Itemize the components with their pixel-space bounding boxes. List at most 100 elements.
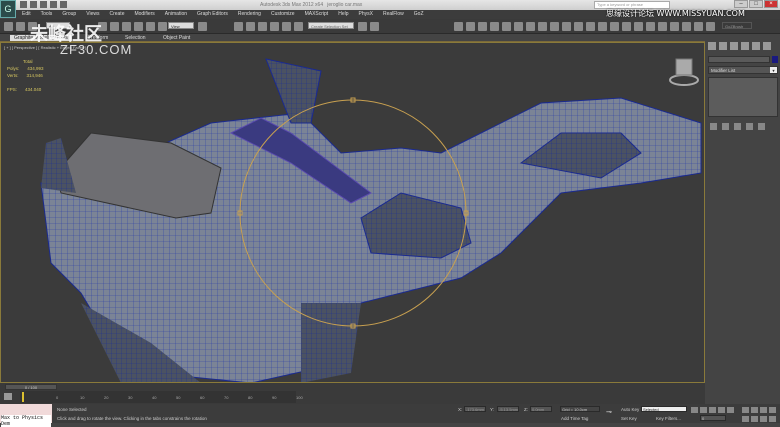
- hierarchy-tab-icon[interactable]: [730, 42, 738, 50]
- select-link-icon[interactable]: [4, 22, 13, 31]
- display-tab-icon[interactable]: [752, 42, 760, 50]
- zoom-extents-icon[interactable]: [760, 407, 767, 413]
- named-selection-dropdown[interactable]: Create Selection Set: [308, 22, 354, 29]
- trackbar-toggle-icon[interactable]: [4, 393, 12, 400]
- key-icon[interactable]: ⊸: [606, 408, 612, 416]
- key-filters-button[interactable]: Key Filters...: [656, 416, 681, 421]
- open-icon[interactable]: [30, 1, 37, 8]
- object-name-field[interactable]: [708, 56, 770, 63]
- motion-tab-icon[interactable]: [741, 42, 749, 50]
- select-scale-icon[interactable]: [198, 22, 207, 31]
- menu-edit[interactable]: Edit: [22, 10, 31, 19]
- modify-tab-icon[interactable]: [719, 42, 727, 50]
- render-iterative-icon[interactable]: [574, 22, 583, 31]
- current-frame-marker[interactable]: [22, 392, 24, 402]
- remove-modifier-icon[interactable]: [746, 123, 753, 130]
- utilities-tab-icon[interactable]: [763, 42, 771, 50]
- show-end-result-icon[interactable]: [722, 123, 729, 130]
- curve-editor-icon[interactable]: [502, 22, 511, 31]
- goz-2-icon[interactable]: [706, 22, 715, 31]
- play-icon[interactable]: [709, 407, 716, 413]
- menu-realflow[interactable]: RealFlow: [383, 10, 404, 19]
- go-to-start-icon[interactable]: [691, 407, 698, 413]
- pan-icon[interactable]: [751, 416, 758, 422]
- menu-help[interactable]: Help: [338, 10, 348, 19]
- maxscript-listener[interactable]: Max to Physics Dem: [0, 404, 52, 427]
- prev-key-icon[interactable]: [646, 22, 655, 31]
- perspective-viewport[interactable]: [ + ] [ Perspective ] [ Realistic + Edge…: [0, 42, 705, 383]
- menu-animation[interactable]: Animation: [165, 10, 187, 19]
- auto-key-button[interactable]: Auto Key: [621, 407, 639, 412]
- key-mode-dropdown[interactable]: Selected: [641, 406, 687, 412]
- schematic-view-icon[interactable]: [514, 22, 523, 31]
- make-unique-icon[interactable]: [734, 123, 741, 130]
- z-coordinate-field[interactable]: 0.0mm: [530, 406, 552, 412]
- minimize-button[interactable]: –: [734, 0, 748, 8]
- align-icon[interactable]: [466, 22, 475, 31]
- snaps-icon[interactable]: [270, 22, 279, 31]
- create-tab-icon[interactable]: [708, 42, 716, 50]
- rendered-frame-icon[interactable]: [550, 22, 559, 31]
- material-editor-icon[interactable]: [526, 22, 535, 31]
- menu-maxscript[interactable]: MAXScript: [305, 10, 329, 19]
- select-manipulate-icon[interactable]: [246, 22, 255, 31]
- configure-sets-icon[interactable]: [758, 123, 765, 130]
- max-toggle-icon[interactable]: [769, 416, 776, 422]
- layer-manager-icon[interactable]: [478, 22, 487, 31]
- new-icon[interactable]: [20, 1, 27, 8]
- reference-coord-dropdown[interactable]: View: [168, 22, 194, 29]
- maximize-viewport-icon[interactable]: [769, 407, 776, 413]
- maximize-button[interactable]: □: [749, 0, 763, 8]
- zoom-all-icon[interactable]: [751, 407, 758, 413]
- redo-icon[interactable]: [60, 1, 67, 8]
- menu-group[interactable]: Group: [62, 10, 76, 19]
- goz-button[interactable]: GoZBrush: [722, 22, 752, 29]
- edit-named-sets-icon[interactable]: [370, 22, 379, 31]
- realflow-5-icon[interactable]: [634, 22, 643, 31]
- realflow-6-icon[interactable]: [682, 22, 691, 31]
- menu-physx[interactable]: PhysX: [359, 10, 373, 19]
- mirror-icon[interactable]: [454, 22, 463, 31]
- goz-1-icon[interactable]: [694, 22, 703, 31]
- next-key-icon[interactable]: [670, 22, 679, 31]
- zoom-icon[interactable]: [742, 407, 749, 413]
- menu-customize[interactable]: Customize: [271, 10, 295, 19]
- save-icon[interactable]: [40, 1, 47, 8]
- set-key-button[interactable]: Set Key: [621, 416, 637, 421]
- time-slider[interactable]: 0 / 100: [5, 384, 57, 390]
- undo-icon[interactable]: [50, 1, 57, 8]
- tab-selection[interactable]: Selection: [125, 35, 146, 41]
- keyboard-shortcut-icon[interactable]: [258, 22, 267, 31]
- close-button[interactable]: ×: [764, 0, 778, 8]
- graphite-toggle-icon[interactable]: [490, 22, 499, 31]
- menu-graph-editors[interactable]: Graph Editors: [197, 10, 228, 19]
- percent-snap-icon[interactable]: [294, 22, 303, 31]
- realflow-1-icon[interactable]: [586, 22, 595, 31]
- play-icon[interactable]: [658, 22, 667, 31]
- realflow-2-icon[interactable]: [598, 22, 607, 31]
- unlink-icon[interactable]: [16, 22, 25, 31]
- realflow-4-icon[interactable]: [622, 22, 631, 31]
- y-coordinate-field[interactable]: -5.13.5mm: [497, 406, 519, 412]
- select-rotate-icon[interactable]: [158, 22, 167, 31]
- object-color-swatch[interactable]: [772, 56, 778, 63]
- field-of-view-icon[interactable]: [742, 416, 749, 422]
- use-pivot-icon[interactable]: [234, 22, 243, 31]
- tab-object-paint[interactable]: Object Paint: [163, 35, 190, 41]
- select-move-icon[interactable]: [146, 22, 155, 31]
- render-setup-icon[interactable]: [538, 22, 547, 31]
- pin-stack-icon[interactable]: [710, 123, 717, 130]
- realflow-3-icon[interactable]: [610, 22, 619, 31]
- menu-rendering[interactable]: Rendering: [238, 10, 261, 19]
- previous-frame-icon[interactable]: [700, 407, 707, 413]
- render-icon[interactable]: [562, 22, 571, 31]
- x-coordinate-field[interactable]: -173.6mm: [464, 406, 486, 412]
- add-time-tag-button[interactable]: Add Time Tag: [561, 416, 588, 421]
- angle-snap-icon[interactable]: [282, 22, 291, 31]
- modifier-stack[interactable]: [708, 77, 778, 117]
- spinner-snap-icon[interactable]: [358, 22, 367, 31]
- menu-views[interactable]: Views: [86, 10, 99, 19]
- current-frame-field[interactable]: 0: [700, 415, 726, 421]
- menu-tools[interactable]: Tools: [41, 10, 53, 19]
- go-to-end-icon[interactable]: [727, 407, 734, 413]
